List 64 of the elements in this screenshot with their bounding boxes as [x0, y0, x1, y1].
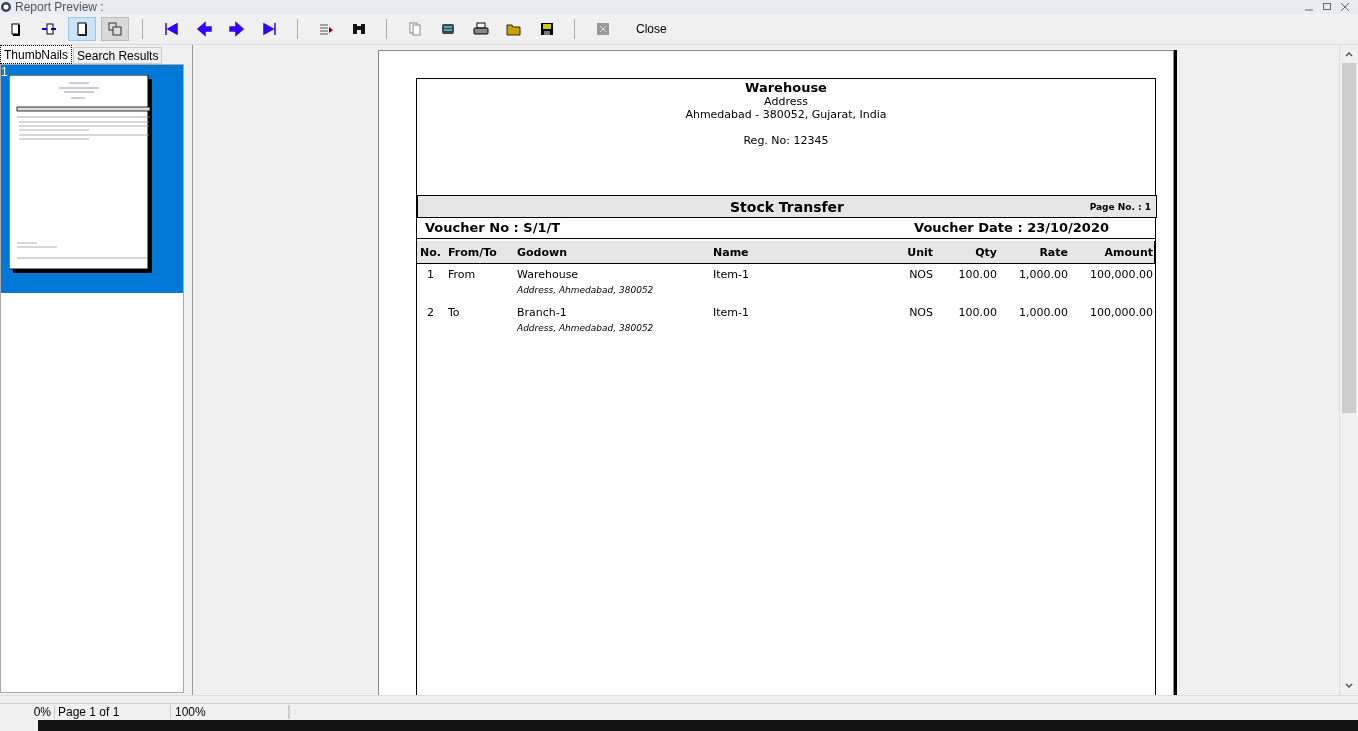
- company-name: Warehouse: [744, 80, 828, 95]
- panel-tab[interactable]: Search Results: [73, 47, 163, 64]
- table-cell-text: From: [448, 268, 477, 281]
- table-cell-text: 1: [426, 268, 435, 281]
- single-page-view-button[interactable]: [68, 17, 96, 41]
- progress-text: 0%: [0, 705, 55, 719]
- column-header: Amount: [1103, 245, 1153, 259]
- vertical-scrollbar[interactable]: [1339, 45, 1358, 695]
- table-cell-text: 100.00: [957, 268, 997, 281]
- page-number: Page No. : 1: [1089, 201, 1151, 212]
- fit-width-icon: [41, 21, 57, 37]
- column-header: No.: [419, 245, 442, 259]
- scroll-up-icon[interactable]: [1344, 49, 1354, 59]
- registration-number: Reg. No: 12345: [742, 134, 830, 147]
- folder-icon: [506, 21, 522, 37]
- table-cell-text: Item-1: [713, 268, 750, 281]
- close-button[interactable]: Close: [632, 17, 671, 41]
- stop-icon: [595, 21, 611, 37]
- column-header: Unit: [906, 245, 933, 259]
- column-header: Rate: [1038, 245, 1068, 259]
- thumbnail-item[interactable]: 1: [1, 65, 183, 293]
- table-cell-text: Item-1: [713, 306, 750, 319]
- print-icon: [473, 21, 489, 37]
- column-header: Qty: [974, 245, 997, 259]
- single-page-icon: [74, 21, 90, 37]
- first-page-icon: [162, 21, 180, 37]
- panel-tab[interactable]: ThumbNails: [0, 45, 73, 64]
- table-cell-text: NOS: [908, 268, 933, 281]
- table-cell-text: 1,000.00: [1018, 268, 1068, 281]
- list-arrow-icon: [318, 21, 334, 37]
- table-cell-text: 100,000.00: [1089, 268, 1153, 281]
- column-header: From/To: [448, 245, 498, 259]
- zoom-status: 100%: [171, 705, 289, 719]
- column-header: Name: [713, 245, 750, 259]
- column-header: Godown: [517, 245, 568, 259]
- table-cell-text: 100,000.00: [1089, 306, 1153, 319]
- left-arrow-icon: [195, 21, 213, 37]
- table-cell-text: Branch-1: [517, 306, 568, 319]
- table-cell-text: 2: [426, 306, 435, 319]
- close-icon[interactable]: [1340, 2, 1350, 12]
- voucher-number: Voucher No : S/1/T: [425, 220, 561, 235]
- multi-page-icon: [107, 21, 123, 37]
- save-icon: [539, 21, 555, 37]
- scroll-down-icon[interactable]: [1344, 681, 1354, 691]
- multi-page-view-button[interactable]: [101, 17, 129, 41]
- report-title: Stock Transfer: [730, 198, 844, 215]
- company-address: Ahmedabad - 380052, Gujarat, India: [684, 108, 888, 121]
- maximize-icon[interactable]: [1322, 2, 1332, 12]
- godown-address: Address, Ahmedabad, 380052: [517, 323, 655, 333]
- pages-icon: [407, 21, 423, 37]
- last-page-icon: [261, 21, 279, 37]
- table-cell-text: 1,000.00: [1018, 306, 1068, 319]
- table-cell-text: 100.00: [957, 306, 997, 319]
- table-cell-text: Warehouse: [517, 268, 580, 281]
- page-status: Page 1 of 1: [55, 705, 171, 719]
- right-arrow-icon: [228, 21, 246, 37]
- thumbnail-number: 1: [1, 65, 8, 79]
- table-cell-text: To: [448, 306, 461, 319]
- godown-address: Address, Ahmedabad, 380052: [517, 285, 655, 295]
- table-cell-text: NOS: [908, 306, 933, 319]
- window-title: Report Preview :: [15, 0, 104, 14]
- voucher-date: Voucher Date : 23/10/2020: [914, 220, 1109, 235]
- app-icon: [0, 1, 12, 13]
- company-address: Address: [763, 95, 809, 108]
